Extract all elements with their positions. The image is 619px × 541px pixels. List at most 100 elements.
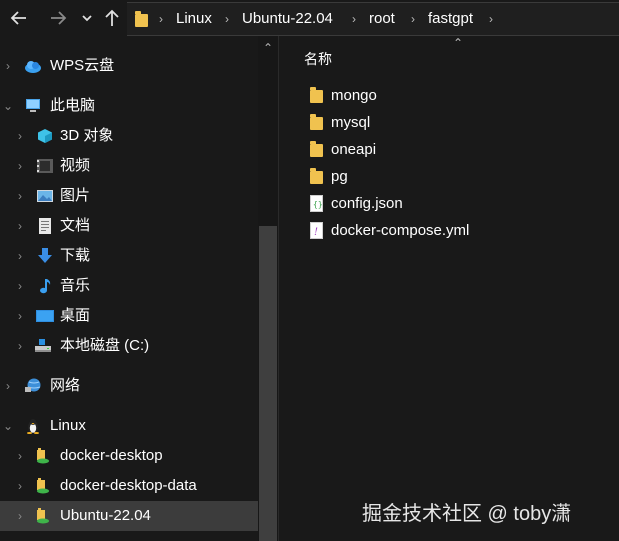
nav-item-this-pc[interactable]: ⌄ 此电脑 xyxy=(0,91,258,121)
folder-icon xyxy=(310,168,323,184)
nav-label: WPS云盘 xyxy=(50,57,115,74)
nav-label: docker-desktop xyxy=(60,447,163,464)
file-name: mongo xyxy=(331,87,377,104)
chevron-right-icon[interactable]: › xyxy=(14,151,26,181)
arrow-left-icon xyxy=(10,11,26,25)
sort-ascending-icon: ⌃ xyxy=(453,36,464,50)
navigation-pane: › WPS云盘 ⌄ 此电脑 › 3D 对象 › 视频 › 图片 › 文档 › 下… xyxy=(0,36,279,541)
nav-scrollbar[interactable]: ⌃ xyxy=(258,36,278,541)
file-row-mysql[interactable]: mysql xyxy=(301,110,601,136)
chevron-right-icon[interactable]: › xyxy=(14,301,26,331)
linux-distro-icon xyxy=(37,478,49,494)
nav-label: 音乐 xyxy=(60,277,91,294)
chevron-down-icon[interactable]: ⌄ xyxy=(2,411,14,441)
breadcrumb-fastgpt[interactable]: fastgpt xyxy=(428,3,473,35)
file-row-oneapi[interactable]: oneapi xyxy=(301,137,601,163)
chevron-right-icon[interactable]: › xyxy=(2,371,14,401)
nav-label: 此电脑 xyxy=(50,97,96,114)
svg-text:{}: {} xyxy=(313,200,323,209)
file-row-config-json[interactable]: {} config.json xyxy=(301,191,601,217)
nav-label: 桌面 xyxy=(60,307,91,324)
chevron-right-icon[interactable]: › xyxy=(2,51,14,81)
chevron-right-icon[interactable]: › xyxy=(14,331,26,361)
nav-item-downloads[interactable]: › 下载 xyxy=(0,241,258,271)
yml-file-icon: ! xyxy=(310,222,323,239)
folder-icon xyxy=(310,114,323,130)
forward-button[interactable] xyxy=(45,6,71,30)
nav-label: 网络 xyxy=(50,377,81,394)
3d-objects-icon xyxy=(38,129,52,143)
music-icon xyxy=(40,279,51,294)
nav-item-videos[interactable]: › 视频 xyxy=(0,151,258,181)
breadcrumb-root[interactable]: root xyxy=(369,3,395,35)
linux-distro-icon xyxy=(37,508,49,524)
downloads-icon xyxy=(38,248,52,263)
network-icon xyxy=(25,378,41,392)
nav-label: 图片 xyxy=(60,187,91,204)
pictures-icon xyxy=(37,190,53,202)
address-bar[interactable]: › Linux › Ubuntu-22.04 › root › fastgpt … xyxy=(127,2,619,36)
scrollbar-thumb[interactable] xyxy=(259,226,277,541)
nav-item-wps-cloud[interactable]: › WPS云盘 xyxy=(0,51,258,81)
chevron-right-icon[interactable]: › xyxy=(14,121,26,151)
computer-icon xyxy=(26,99,40,112)
recent-locations-button[interactable] xyxy=(78,6,96,30)
breadcrumb-ubuntu[interactable]: Ubuntu-22.04 xyxy=(242,3,333,35)
chevron-right-icon[interactable]: › xyxy=(489,3,493,35)
file-row-mongo[interactable]: mongo xyxy=(301,83,601,109)
arrow-right-icon xyxy=(51,11,67,25)
nav-item-3d-objects[interactable]: › 3D 对象 xyxy=(0,121,258,151)
file-name: config.json xyxy=(331,195,403,212)
chevron-right-icon[interactable]: › xyxy=(14,211,26,241)
nav-item-linux[interactable]: ⌄ Linux xyxy=(0,411,258,441)
file-name: oneapi xyxy=(331,141,377,158)
arrow-up-icon xyxy=(105,9,119,26)
documents-icon xyxy=(39,218,51,234)
chevron-up-icon[interactable]: ⌃ xyxy=(258,41,278,55)
nav-label: 3D 对象 xyxy=(60,127,114,144)
chevron-right-icon[interactable]: › xyxy=(14,181,26,211)
chevron-right-icon: › xyxy=(225,12,229,26)
chevron-down-icon[interactable]: ⌄ xyxy=(2,91,14,121)
file-name: pg xyxy=(331,168,348,185)
nav-label: 视频 xyxy=(60,157,91,174)
breadcrumb-linux[interactable]: Linux xyxy=(176,3,212,35)
desktop-icon xyxy=(36,310,54,322)
chevron-right-icon[interactable]: › xyxy=(14,501,26,531)
nav-label: Linux xyxy=(50,417,86,434)
nav-item-docker-desktop-data[interactable]: › docker-desktop-data xyxy=(0,471,258,501)
drive-icon xyxy=(35,339,51,352)
cloud-icon xyxy=(25,61,41,73)
linux-icon xyxy=(27,419,39,434)
column-header-name[interactable]: 名称 xyxy=(304,49,332,69)
nav-item-network[interactable]: › 网络 xyxy=(0,371,258,401)
up-button[interactable] xyxy=(101,6,123,30)
chevron-right-icon: › xyxy=(159,12,163,26)
file-name: mysql xyxy=(331,114,371,131)
chevron-right-icon[interactable]: › xyxy=(14,271,26,301)
nav-item-pictures[interactable]: › 图片 xyxy=(0,181,258,211)
watermark: 掘金技术社区 @ toby潇 xyxy=(362,503,572,525)
file-list-pane: ⌃ 名称 mongo mysql oneapi pg {} config.jso… xyxy=(279,36,619,541)
svg-text:!: ! xyxy=(314,227,318,238)
chevron-right-icon[interactable]: › xyxy=(14,241,26,271)
nav-item-ubuntu[interactable]: › Ubuntu-22.04 xyxy=(0,501,258,531)
toolbar: › Linux › Ubuntu-22.04 › root › fastgpt … xyxy=(0,0,619,36)
chevron-down-icon xyxy=(82,15,92,22)
linux-distro-icon xyxy=(37,448,49,464)
nav-label: 文档 xyxy=(60,217,91,234)
folder-icon xyxy=(135,11,148,27)
nav-item-documents[interactable]: › 文档 xyxy=(0,211,258,241)
folder-icon xyxy=(310,141,323,157)
nav-item-local-disk-c[interactable]: › 本地磁盘 (C:) xyxy=(0,331,258,361)
file-row-docker-compose-yml[interactable]: ! docker-compose.yml xyxy=(301,218,601,244)
chevron-right-icon[interactable]: › xyxy=(14,471,26,501)
file-row-pg[interactable]: pg xyxy=(301,164,601,190)
chevron-right-icon[interactable]: › xyxy=(14,441,26,471)
back-button[interactable] xyxy=(6,6,32,30)
nav-item-music[interactable]: › 音乐 xyxy=(0,271,258,301)
nav-item-docker-desktop[interactable]: › docker-desktop xyxy=(0,441,258,471)
nav-label: Ubuntu-22.04 xyxy=(60,507,151,524)
video-icon xyxy=(37,159,53,173)
nav-item-desktop[interactable]: › 桌面 xyxy=(0,301,258,331)
